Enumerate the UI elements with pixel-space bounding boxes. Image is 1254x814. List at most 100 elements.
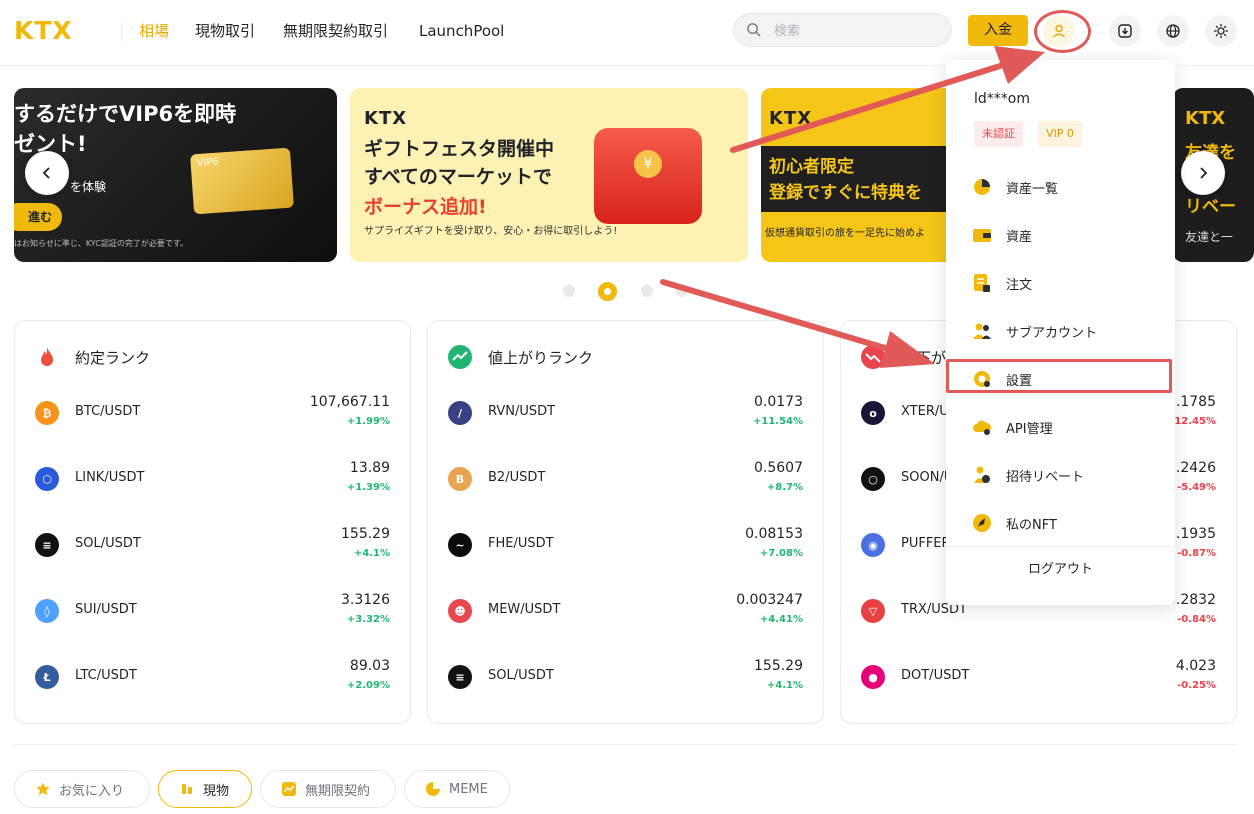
card-title: 約定ランク [75,349,151,367]
vip-level-badge[interactable]: VIP 0 [1038,121,1082,147]
deposit-button[interactable]: 入金 [968,15,1028,46]
banner-text: ギフトフェスタ開催中 [364,138,555,160]
search-box[interactable] [733,13,952,47]
account-dropdown-menu: ld***om 未認証 VIP 0 資産一覧 資産 注文 サブアカウント 設置 … [946,60,1175,605]
market-row[interactable]: ⬡ LINK/USDT 13.89 +1.39% [15,452,410,506]
market-row[interactable]: ◊ SUI/USDT 3.3126 +3.32% [15,584,410,638]
menu-item-label: サブアカウント [1006,326,1098,341]
tab-favorites[interactable]: お気に入り [14,770,150,808]
vip6-card-image: VIP6 [190,147,294,215]
card-gainers-rank: 値上がりランク / RVN/USDT 0.0173 +11.54% B B2/USDT 0.… [427,320,824,724]
market-row[interactable]: ≡ SOL/USDT 155.29 +4.1% [428,650,823,704]
menu-item-label: 資産一覧 [1006,182,1059,197]
carousel-next-button[interactable] [1181,151,1225,195]
carousel-dot[interactable] [641,285,653,297]
carousel-prev-button[interactable] [25,151,69,195]
menu-item-label: 注文 [1006,278,1033,293]
coin-icon: ○ [861,467,885,491]
star-icon [36,782,50,796]
coin-icon: ☻ [448,599,472,623]
menu-item-label: 招待リベート [1006,470,1085,485]
last-price: 13.89 [349,460,390,476]
market-row[interactable]: Ł LTC/USDT 89.03 +2.09% [15,650,410,704]
unverified-badge[interactable]: 未認証 [974,121,1023,147]
carousel-dot[interactable] [676,285,688,297]
menu-item-referral[interactable]: 招待リベート [946,452,1175,498]
last-price: 4.023 [1175,658,1216,674]
last-price: 3.3126 [341,592,390,608]
market-row[interactable]: ☻ MEW/USDT 0.003247 +4.41% [428,584,823,638]
coin-icon: ⬡ [35,467,59,491]
tab-label: お気に入り [59,783,125,799]
market-row[interactable]: ● DOT/USDT 4.023 -0.25% [841,650,1236,704]
gear-icon [974,371,990,387]
market-row[interactable]: / RVN/USDT 0.0173 +11.54% [428,386,823,440]
price-change: -0.25% [1177,680,1216,691]
tab-label: 無期限契約 [305,783,371,799]
price-change: -5.49% [1177,482,1216,493]
yen-coin-icon: ¥ [634,150,662,178]
chevron-left-icon [42,167,50,179]
users-icon [973,323,991,339]
fire-icon [41,347,53,366]
price-change: +1.39% [346,482,390,493]
coin-icon: ◉ [861,533,885,557]
tab-spot[interactable]: 現物 [158,770,252,808]
last-price: 0.08153 [745,526,803,542]
menu-item-my-nft[interactable]: 私のNFT [946,500,1175,546]
nav-perpetual-trading[interactable]: 無期限契約取引 [283,21,388,41]
menu-item-asset-overview[interactable]: 資産一覧 [946,164,1175,210]
coin-icon: B [448,467,472,491]
banner-subtext: 友達と一 [1185,230,1234,244]
tab-meme[interactable]: MEME [404,770,510,808]
banner-subtext: 仮想通貨取引の旅を一足先に始めよ [765,228,925,239]
globe-icon [1166,24,1180,38]
tab-label: 現物 [203,783,230,799]
download-icon [1118,24,1132,38]
section-divider [14,744,1237,745]
menu-item-api-management[interactable]: API管理 [946,404,1175,450]
ktx-logo[interactable]: KTX [14,18,73,43]
red-envelope-image: ¥ [594,128,702,224]
trend-up-icon [448,345,472,369]
search-input[interactable] [774,21,939,41]
carousel-dot-active[interactable] [598,282,617,301]
order-list-icon [974,274,990,292]
last-price: 0.003247 [736,592,803,608]
card-volume-rank: 約定ランク ₿ BTC/USDT 107,667.11 +1.99% ⬡ LINK/USD… [14,320,411,724]
market-row[interactable]: B B2/USDT 0.5607 +8.7% [428,452,823,506]
banner-text: リベー [1185,197,1236,217]
price-change: +4.1% [766,680,803,691]
promo-banner-gift-festa[interactable]: KTX ギフトフェスタ開催中 すべてのマーケットで ボーナス追加! サプライズギ… [350,88,748,262]
search-icon [747,23,761,37]
coin-icon: Ł [35,665,59,689]
language-button[interactable] [1157,15,1189,47]
menu-item-orders[interactable]: 注文 [946,260,1175,306]
trading-pair: DOT/USDT [901,668,970,683]
menu-item-assets[interactable]: 資産 [946,212,1175,258]
carousel-dot[interactable] [563,285,575,297]
price-change: +1.99% [346,416,390,427]
market-row[interactable]: ~ FHE/USDT 0.08153 +7.08% [428,518,823,572]
nav-markets[interactable]: 相場 [139,21,169,41]
coin-icon: / [448,401,472,425]
market-row[interactable]: ≡ SOL/USDT 155.29 +4.1% [15,518,410,572]
market-row[interactable]: ₿ BTC/USDT 107,667.11 +1.99% [15,386,410,440]
trading-pair: SOL/USDT [75,536,141,551]
menu-item-sub-account[interactable]: サブアカウント [946,308,1175,354]
coin-icon: ~ [448,533,472,557]
last-price: 0.0173 [754,394,803,410]
theme-toggle-button[interactable] [1205,15,1237,47]
card-title: 値上がりランク [488,349,594,367]
user-icon [1053,24,1065,38]
trading-pair: FHE/USDT [488,536,554,551]
logout-button[interactable]: ログアウト [946,552,1175,588]
nav-spot-trading[interactable]: 現物取引 [195,21,255,41]
user-account-button[interactable] [1043,15,1075,47]
nav-launchpool[interactable]: LaunchPool [419,21,504,41]
menu-item-settings[interactable]: 設置 [946,356,1175,402]
download-app-button[interactable] [1109,15,1141,47]
banner-cta-button[interactable]: 進む [14,203,62,231]
tab-perpetual[interactable]: 無期限契約 [260,770,396,808]
price-change: +4.1% [353,548,390,559]
